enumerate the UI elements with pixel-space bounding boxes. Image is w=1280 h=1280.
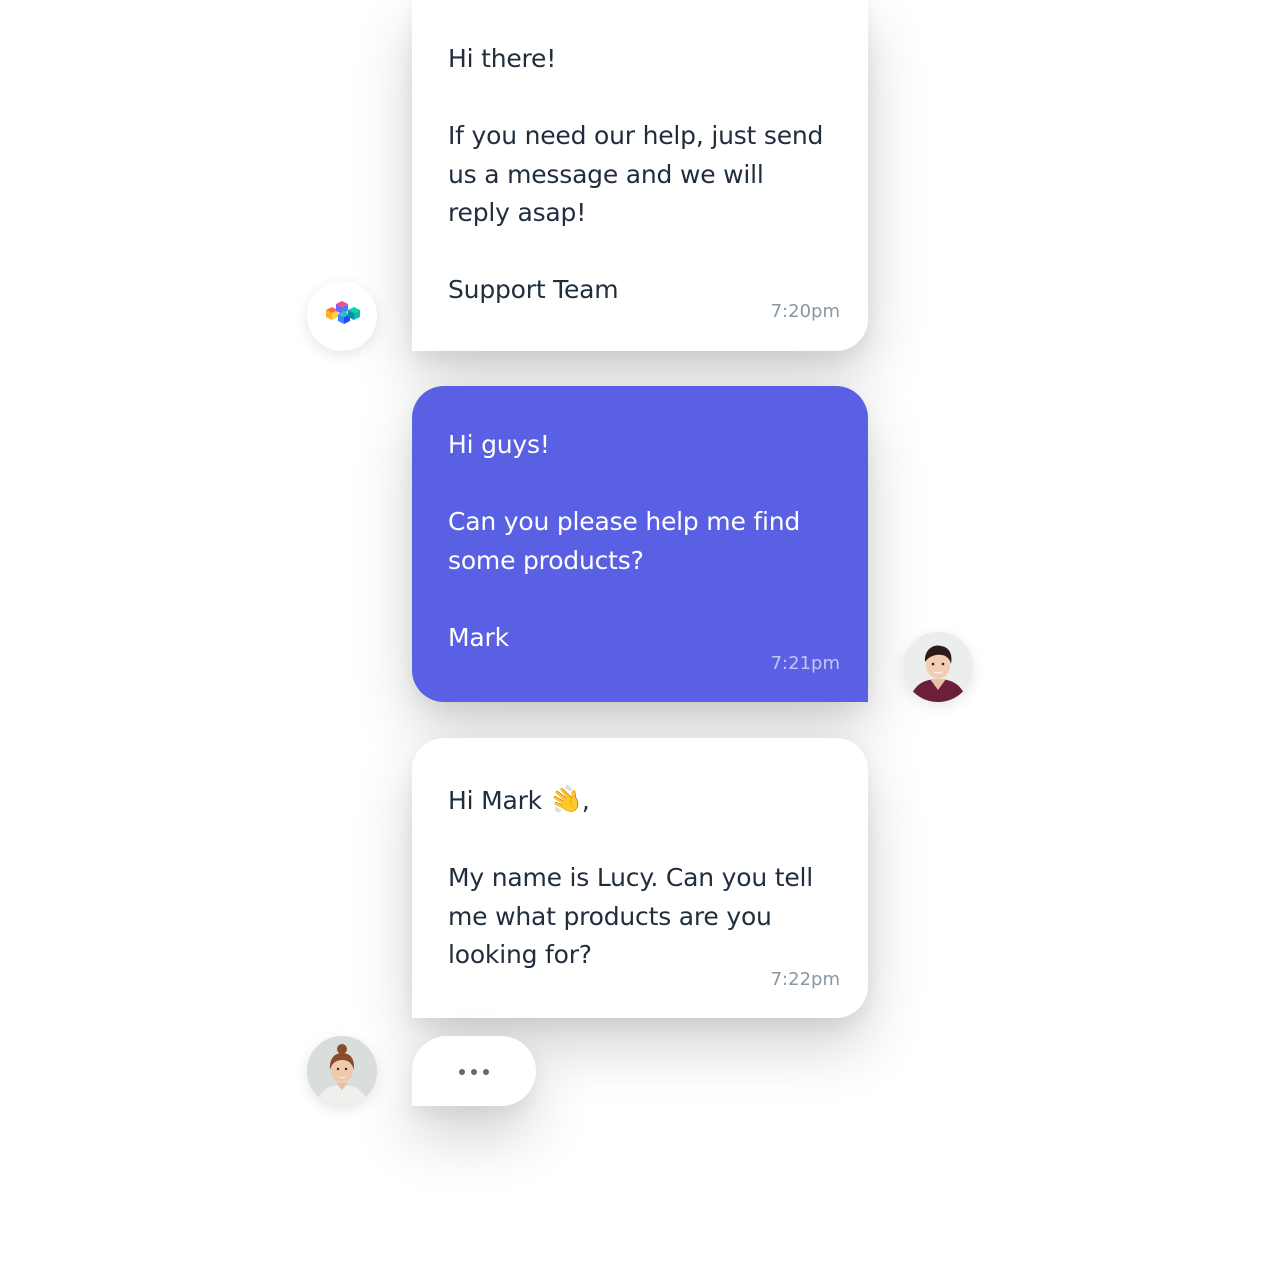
message-line: My name is Lucy. Can you tell [448, 863, 814, 892]
typing-dot [471, 1069, 477, 1075]
message-bubble-support: Hi there! If you need our help, just sen… [412, 0, 868, 351]
waving-hand-icon: 👋 [545, 781, 586, 821]
typing-dot [459, 1069, 465, 1075]
message-timestamp: 7:21pm [770, 653, 840, 674]
greeting-text: Hi Mark [448, 786, 542, 815]
user-avatar [903, 632, 973, 702]
chat-conversation: Hi there! If you need our help, just sen… [0, 0, 1280, 1280]
agent-avatar-photo [307, 1036, 377, 1106]
message-signature: Mark [448, 622, 509, 652]
message-line: Hi there! [448, 44, 557, 73]
message-bubble-agent: Hi Mark 👋, My name is Lucy. Can you tell… [412, 738, 868, 1018]
message-greeting: Hi Mark 👋, [448, 781, 832, 820]
message-line: me what products are you [448, 901, 772, 931]
message-timestamp: 7:20pm [770, 301, 840, 322]
agent-avatar [307, 1036, 377, 1106]
message-line: Can you please help me find [448, 507, 801, 536]
typing-dot [483, 1069, 489, 1075]
message-line: some products? [448, 545, 644, 575]
bot-logo-avatar [307, 281, 377, 351]
typing-indicator [412, 1036, 536, 1106]
user-avatar-photo [903, 632, 973, 702]
message-bubble-user: Hi guys! Can you please help me find som… [412, 386, 868, 702]
message-line: If you need our help, just send [448, 121, 824, 150]
message-line: us a message and we will [448, 159, 764, 189]
message-timestamp: 7:22pm [770, 969, 840, 990]
message-line: Hi guys! [448, 430, 550, 459]
colorful-cubes-logo-icon [326, 301, 360, 324]
message-line: reply asap! [448, 198, 587, 227]
